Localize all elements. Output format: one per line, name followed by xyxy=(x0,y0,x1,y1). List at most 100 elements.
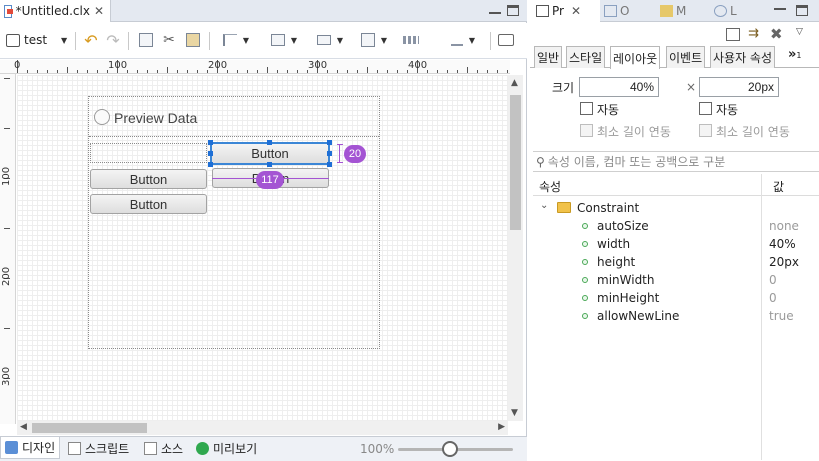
scroll-right-icon[interactable]: ▶ xyxy=(498,422,505,432)
sort-icon[interactable]: ⇉ xyxy=(748,26,759,41)
tab-user-attr[interactable]: 사용자 속성 xyxy=(710,46,776,68)
tab-outline[interactable]: O xyxy=(604,0,629,22)
property-name: allowNewLine xyxy=(597,309,680,323)
undo-button[interactable]: ↶ xyxy=(82,29,100,51)
chevron-down-icon[interactable]: ⌄ xyxy=(540,200,548,211)
property-row[interactable]: autoSize none xyxy=(533,217,819,235)
tab-event[interactable]: 이벤트 xyxy=(666,46,706,68)
button[interactable]: Button xyxy=(90,194,207,214)
min-width-link-checkbox[interactable] xyxy=(580,124,593,137)
property-value[interactable]: 40% xyxy=(769,237,796,251)
property-value[interactable]: none xyxy=(769,219,799,233)
align-left-button[interactable]: ▼ xyxy=(218,29,254,51)
property-row[interactable]: height 20px xyxy=(533,253,819,271)
chevron-down-icon: ▼ xyxy=(336,35,344,45)
file-tab[interactable]: *Untitled.clx ✕ xyxy=(0,0,111,22)
align-top-button[interactable]: ▼ xyxy=(266,29,302,51)
property-search-input[interactable]: ⚲ 속성 이름, 컴마 또는 공백으로 구분 xyxy=(533,151,819,172)
min-height-link-checkbox[interactable] xyxy=(699,124,712,137)
column-property: 속성 xyxy=(539,180,562,194)
ruler-tick xyxy=(397,70,398,73)
minimize-icon[interactable] xyxy=(489,4,501,14)
tab-design[interactable]: 디자인 xyxy=(0,437,61,459)
maximize-icon[interactable] xyxy=(796,5,808,16)
copy-button[interactable] xyxy=(137,29,155,51)
scroll-thumb[interactable] xyxy=(510,95,521,230)
button[interactable]: Button xyxy=(90,169,207,189)
vertical-scrollbar[interactable]: ▲ ▼ xyxy=(508,75,523,421)
tab-layout[interactable]: 레이아웃 xyxy=(610,46,661,69)
form-frame[interactable]: Preview Data Button 20 Button Button 117… xyxy=(88,96,380,349)
tab-preview[interactable]: 미리보기 xyxy=(192,437,261,459)
paste-button[interactable] xyxy=(184,29,202,51)
tree-group-constraint[interactable]: ⌄ Constraint xyxy=(533,199,819,217)
tab-language[interactable]: L xyxy=(714,0,737,22)
resize-handle[interactable] xyxy=(208,151,213,156)
more-tabs[interactable]: »1 xyxy=(788,47,802,62)
remove-icon[interactable]: ✖ xyxy=(770,25,783,43)
height-input[interactable]: 20px xyxy=(699,77,779,97)
resize-handle[interactable] xyxy=(327,151,332,156)
property-row[interactable]: width 40% xyxy=(533,235,819,253)
config-dropdown[interactable]: test ▼ xyxy=(6,29,67,51)
scroll-thumb[interactable] xyxy=(32,423,147,433)
close-icon[interactable]: ✕ xyxy=(571,4,581,18)
tab-model[interactable]: M xyxy=(660,0,686,22)
distribute-button[interactable]: ▼ xyxy=(312,29,348,51)
resize-handle[interactable] xyxy=(327,140,332,145)
property-value[interactable]: true xyxy=(769,309,794,323)
scroll-down-icon[interactable]: ▼ xyxy=(511,408,518,418)
maximize-icon[interactable] xyxy=(507,5,519,16)
tab-properties[interactable]: Pr ✕ xyxy=(530,0,600,22)
property-row[interactable]: minWidth 0 xyxy=(533,271,819,289)
ruler-tick xyxy=(4,128,10,129)
group-button[interactable]: ▼ xyxy=(356,29,392,51)
auto-width-checkbox[interactable] xyxy=(580,102,593,115)
property-value[interactable]: 0 xyxy=(769,273,777,287)
edit-icon[interactable] xyxy=(726,28,740,41)
preview-radio[interactable] xyxy=(94,109,110,125)
anchor-button[interactable]: ▼ xyxy=(445,29,481,51)
view-menu-icon[interactable]: ▽ xyxy=(796,27,803,37)
resize-handle[interactable] xyxy=(208,162,213,167)
redo-button[interactable]: ↷ xyxy=(104,29,122,51)
property-table-header: 속성 값 xyxy=(533,174,819,196)
minimize-icon[interactable] xyxy=(774,8,786,10)
resize-handle[interactable] xyxy=(267,162,272,167)
property-value[interactable]: 20px xyxy=(769,255,799,269)
resize-handle[interactable] xyxy=(267,140,272,145)
ruler-tick xyxy=(87,70,88,73)
auto-height-checkbox[interactable] xyxy=(699,102,712,115)
scroll-left-icon[interactable]: ◀ xyxy=(20,422,27,432)
tab-source[interactable]: 소스 xyxy=(140,437,187,459)
ruler-tick xyxy=(4,328,10,329)
grid-button[interactable] xyxy=(400,29,422,51)
scroll-up-icon[interactable]: ▲ xyxy=(511,78,518,88)
design-canvas[interactable]: Preview Data Button 20 Button Button 117… xyxy=(17,75,508,421)
resize-handle[interactable] xyxy=(208,140,213,145)
property-row[interactable]: allowNewLine true xyxy=(533,307,819,325)
grid-icon xyxy=(403,36,419,44)
property-dot-icon xyxy=(582,313,588,319)
design-icon xyxy=(5,441,18,454)
more-tabs-count: 1 xyxy=(796,51,802,60)
property-row[interactable]: minHeight 0 xyxy=(533,289,819,307)
screenshot-button[interactable] xyxy=(496,29,516,51)
ruler-label: 200 xyxy=(1,266,12,286)
ruler-tick xyxy=(27,70,28,73)
property-value[interactable]: 0 xyxy=(769,291,777,305)
width-input[interactable]: 40% xyxy=(579,77,659,97)
zoom-slider-knob[interactable] xyxy=(441,441,458,457)
ruler-tick xyxy=(57,70,58,73)
tab-script[interactable]: 스크립트 xyxy=(64,437,133,459)
tab-script-label: 스크립트 xyxy=(85,441,130,456)
tab-outline-label: O xyxy=(620,4,630,18)
tab-general[interactable]: 일반 xyxy=(534,46,563,68)
tab-style[interactable]: 스타일 xyxy=(566,46,606,68)
horizontal-scrollbar[interactable]: ◀ ▶ xyxy=(17,421,508,435)
empty-cell[interactable] xyxy=(90,143,207,163)
design-editor: *Untitled.clx ✕ test ▼ ↶ ↷ ✂ ▼ ▼ ▼ ▼ ▼ 0… xyxy=(0,0,527,461)
resize-handle[interactable] xyxy=(327,162,332,167)
cut-button[interactable]: ✂ xyxy=(160,29,178,51)
close-icon[interactable]: ✕ xyxy=(94,4,104,18)
